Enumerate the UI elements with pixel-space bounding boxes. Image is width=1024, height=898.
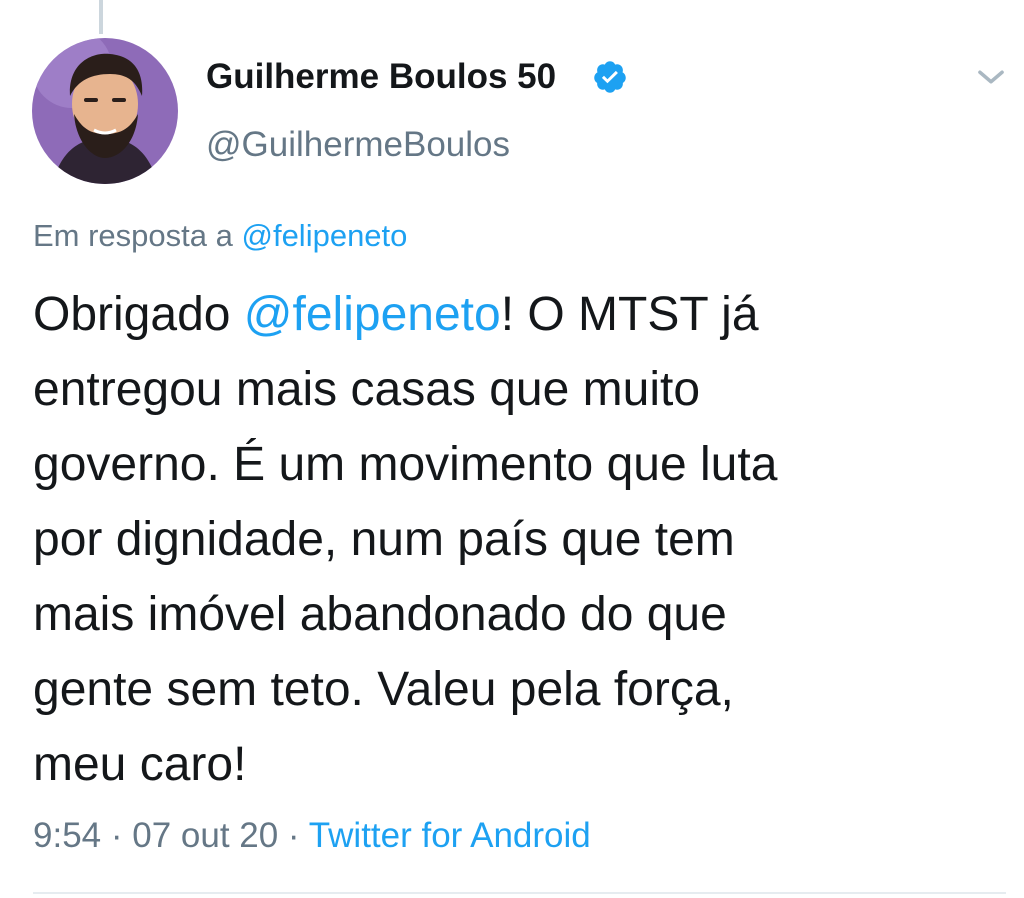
tweet-metadata: 9:54 · 07 out 20 · Twitter for Android [33,813,591,859]
tweet-line: gente sem teto. Valeu pela força, [33,663,734,716]
avatar-image [32,38,178,184]
tweet-line: meu caro! [33,738,247,791]
tweet-text-segment: Obrigado [33,288,244,341]
tweet-line: Obrigado @felipeneto! O MTST já [33,277,993,352]
author-name[interactable]: Guilherme Boulos 50 [206,54,556,100]
author-handle[interactable]: @GuilhermeBoulos [206,122,510,168]
tweet-text-segment: ! O MTST já [500,288,759,341]
tweet-source-link[interactable]: Twitter for Android [309,816,591,855]
tweet-line: governo. É um movimento que luta [33,438,778,491]
thread-connector-line [99,0,103,34]
tweet-line: mais imóvel abandonado do que [33,588,727,641]
tweet-text: Obrigado @felipeneto! O MTST já entregou… [33,277,993,802]
tweet-mention-link[interactable]: @felipeneto [244,288,501,341]
tweet-time: 9:54 [33,816,102,855]
reply-prefix: Em resposta a [33,218,242,253]
chevron-down-icon[interactable] [972,58,1010,96]
divider [33,892,1006,894]
tweet-date: 07 out 20 [132,816,279,855]
avatar[interactable] [32,38,178,184]
tweet-line: entregou mais casas que muito [33,363,701,416]
meta-separator: · [278,816,309,855]
reply-context: Em resposta a @felipeneto [33,214,407,258]
tweet-line: por dignidade, num país que tem [33,513,735,566]
reply-mention-link[interactable]: @felipeneto [241,218,407,253]
verified-badge-icon [594,61,626,93]
meta-separator: · [101,816,133,855]
